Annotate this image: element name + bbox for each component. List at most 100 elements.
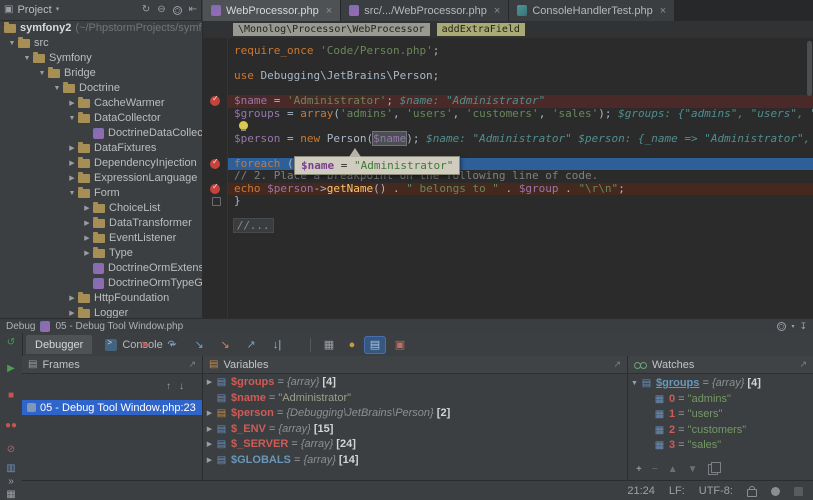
- tree-collapsed-arrow-icon[interactable]: ▶: [81, 246, 93, 261]
- code-line-12[interactable]: echo $person->getName() . " belongs to "…: [228, 182, 813, 195]
- collapse-all-icon[interactable]: ⊖: [157, 5, 165, 15]
- inspections-profile-icon[interactable]: [771, 486, 780, 496]
- variable-row-globals[interactable]: ▶ ▤ $GLOBALS = {array} [14]: [203, 453, 627, 469]
- step-out-icon[interactable]: ↗: [241, 337, 261, 353]
- close-session-icon[interactable]: ▣: [390, 337, 410, 353]
- tree-item-choicelist[interactable]: ▶ ChoiceList: [0, 201, 202, 216]
- editor-tab-src-webprocessor-php[interactable]: src/.../WebProcessor.php ×: [341, 0, 510, 21]
- view-breakpoints-icon[interactable]: ●●: [0, 420, 22, 432]
- editor-tab-webprocessor-php[interactable]: WebProcessor.php ×: [203, 0, 342, 21]
- tab-close-icon[interactable]: ×: [326, 5, 332, 17]
- expand-arrow-icon[interactable]: ▶: [203, 437, 216, 453]
- caret-position[interactable]: 21:24: [627, 485, 655, 497]
- expand-arrow-icon[interactable]: ▶: [203, 422, 216, 438]
- tree-item-eventlistener[interactable]: ▶ EventListener: [0, 231, 202, 246]
- watch-array-item-0[interactable]: ▦ 0 = "admins": [628, 392, 813, 408]
- float-panel-icon[interactable]: ↗: [799, 359, 807, 370]
- code-line-6[interactable]: $groups = array('admins', 'users', 'cust…: [228, 107, 813, 121]
- collapse-arrow-icon[interactable]: ▼: [628, 376, 641, 392]
- watch-row-groups[interactable]: ▼ ▤ $groups = {array} [4]: [628, 376, 813, 392]
- tree-item-form[interactable]: ▼ Form: [0, 186, 202, 201]
- variable-row-server[interactable]: ▶ ▤ $_SERVER = {array} [24]: [203, 437, 627, 453]
- tree-item-type[interactable]: ▶ Type: [0, 246, 202, 261]
- settings-gear-icon[interactable]: [172, 5, 182, 15]
- tree-item-datafixtures[interactable]: ▶ DataFixtures: [0, 141, 202, 156]
- tree-item-httpfoundation[interactable]: ▶ HttpFoundation: [0, 291, 202, 306]
- tree-collapsed-arrow-icon[interactable]: ▶: [81, 216, 93, 231]
- evaluate-expression-icon[interactable]: ▦: [319, 337, 339, 353]
- rerun-icon[interactable]: ↺: [0, 337, 22, 349]
- layout-settings-icon[interactable]: ▤: [365, 337, 385, 353]
- step-over-icon[interactable]: ↷: [162, 337, 182, 353]
- editor-pane[interactable]: \Monolog\Processor\WebProcessor addExtra…: [203, 21, 813, 318]
- selected-frame-row[interactable]: 05 - Debug Tool Window.php:23: [22, 400, 202, 415]
- watch-array-item-1[interactable]: ▦ 1 = "users": [628, 407, 813, 423]
- tree-item-doctrine[interactable]: ▼ Doctrine: [0, 81, 202, 96]
- frame-navigation-arrows[interactable]: ↑↓: [166, 381, 192, 392]
- show-execution-point-icon[interactable]: ➤: [135, 337, 155, 353]
- variable-row-person[interactable]: ▶ ▤ $person = {Debugging\JetBrains\Person}…: [203, 406, 627, 422]
- line-ending-selector[interactable]: LF:: [669, 485, 685, 497]
- evaluate-side-icon[interactable]: ▦: [0, 489, 22, 500]
- tree-item-expressionlanguage[interactable]: ▶ ExpressionLanguage: [0, 171, 202, 186]
- watch-array-item-3[interactable]: ▦ 3 = "sales": [628, 438, 813, 454]
- expand-arrow-icon[interactable]: ▶: [203, 453, 216, 469]
- breadcrumb-class-chip[interactable]: \Monolog\Processor\WebProcessor: [233, 23, 430, 36]
- project-dropdown-caret-icon[interactable]: ▾: [56, 5, 60, 15]
- tree-collapsed-arrow-icon[interactable]: ▶: [66, 291, 78, 306]
- resume-icon[interactable]: ▶: [0, 363, 22, 375]
- float-panel-icon[interactable]: ↗: [613, 359, 621, 370]
- mute-breakpoints-side-icon[interactable]: ⊘: [0, 444, 22, 456]
- expand-arrow-icon[interactable]: ▶: [203, 406, 216, 422]
- tree-item-doctrineormextens[interactable]: DoctrineOrmExtens: [0, 261, 202, 276]
- remove-watch-icon[interactable]: −: [652, 464, 658, 475]
- tree-item-dependencyinjection[interactable]: ▶ DependencyInjection: [0, 156, 202, 171]
- editor-tab-consolehandlertest-php[interactable]: ConsoleHandlerTest.php ×: [509, 0, 676, 21]
- add-watch-icon[interactable]: +: [636, 464, 642, 475]
- breakpoint-icon[interactable]: [210, 157, 220, 169]
- variable-row-groups[interactable]: ▶ ▤ $groups = {array} [4]: [203, 375, 627, 391]
- tree-item-bridge[interactable]: ▼ Bridge: [0, 66, 202, 81]
- breakpoint-icon[interactable]: [210, 94, 220, 106]
- run-to-cursor-icon[interactable]: ↓|: [267, 337, 287, 353]
- expand-arrow-icon[interactable]: ▶: [203, 375, 216, 391]
- tree-item-datacollector[interactable]: ▼ DataCollector: [0, 111, 202, 126]
- hide-debug-window-icon[interactable]: ↧: [799, 321, 807, 332]
- editor-scrollbar[interactable]: [807, 41, 812, 96]
- tree-item-doctrinedatacollec[interactable]: DoctrineDataCollec: [0, 126, 202, 141]
- tree-collapsed-arrow-icon[interactable]: ▶: [81, 231, 93, 246]
- debug-tab-debugger[interactable]: Debugger: [26, 335, 93, 354]
- move-watch-up-icon[interactable]: ▲: [668, 464, 678, 475]
- tree-collapsed-arrow-icon[interactable]: ▶: [66, 96, 78, 111]
- breakpoint-icon[interactable]: [210, 182, 220, 194]
- tree-collapsed-arrow-icon[interactable]: ▶: [81, 201, 93, 216]
- variable-row-name[interactable]: ▤ $name = "Administrator": [203, 391, 627, 407]
- duplicate-watch-icon[interactable]: [707, 462, 721, 475]
- watch-array-item-2[interactable]: ▦ 2 = "customers": [628, 423, 813, 439]
- debug-settings-caret-icon[interactable]: ▾: [791, 323, 794, 330]
- tree-item-src[interactable]: ▼ src: [0, 36, 202, 51]
- tree-expanded-arrow-icon[interactable]: ▼: [66, 186, 78, 201]
- restore-layout-icon[interactable]: ▥: [0, 463, 22, 475]
- tree-collapsed-arrow-icon[interactable]: ▶: [66, 156, 78, 171]
- code-line-14[interactable]: [228, 208, 813, 221]
- step-into-icon[interactable]: ↘: [189, 337, 209, 353]
- sync-icon[interactable]: ↻: [142, 5, 150, 15]
- project-panel-title[interactable]: Project: [17, 4, 51, 16]
- collapse-strip-icon[interactable]: »: [0, 476, 22, 488]
- tree-collapsed-arrow-icon[interactable]: ▶: [66, 141, 78, 156]
- code-line-1[interactable]: require_once 'Code/Person.php';: [228, 44, 813, 58]
- code-line-8[interactable]: $person = new Person($name); $name: "Adm…: [228, 131, 813, 146]
- tree-expanded-arrow-icon[interactable]: ▼: [6, 36, 18, 51]
- tree-item-doctrineormtypeg[interactable]: DoctrineOrmTypeG: [0, 276, 202, 291]
- tree-collapsed-arrow-icon[interactable]: ▶: [66, 306, 78, 318]
- tree-item-cachewarmer[interactable]: ▶ CacheWarmer: [0, 96, 202, 111]
- hide-panel-icon[interactable]: ⇤: [189, 5, 197, 15]
- debug-settings-gear-icon[interactable]: [777, 321, 787, 331]
- tree-expanded-arrow-icon[interactable]: ▼: [36, 66, 48, 81]
- variable-row-env[interactable]: ▶ ▤ $_ENV = {array} [15]: [203, 422, 627, 438]
- tab-close-icon[interactable]: ×: [660, 5, 666, 17]
- tree-item-logger[interactable]: ▶ Logger: [0, 306, 202, 318]
- tree-item-datatransformer[interactable]: ▶ DataTransformer: [0, 216, 202, 231]
- fold-marker-icon[interactable]: [212, 197, 221, 206]
